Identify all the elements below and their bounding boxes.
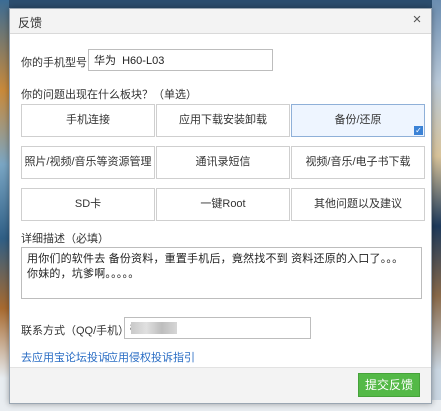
option-app-install[interactable]: 应用下载安装卸载 — [156, 104, 290, 137]
dialog-footer: 提交反馈 — [10, 367, 431, 403]
option-backup-restore[interactable]: 备份/还原 ✓ — [291, 104, 425, 137]
dialog-title: 反馈 — [18, 16, 43, 30]
description-textarea[interactable]: 用你们的软件去 备份资料，重置手机后，竟然找不到 资料还原的入口了。。。 你妹的… — [21, 247, 422, 299]
option-label: 手机连接 — [66, 114, 110, 126]
option-other[interactable]: 其他问题以及建议 — [291, 188, 425, 221]
option-label: 照片/视频/音乐等资源管理 — [24, 156, 152, 168]
option-one-click-root[interactable]: 一键Root — [156, 188, 290, 221]
option-phone-connection[interactable]: 手机连接 — [21, 104, 155, 137]
forum-complaint-link[interactable]: 去应用宝论坛投诉 — [21, 349, 109, 365]
option-label: 通讯录短信 — [195, 156, 251, 168]
submit-feedback-button[interactable]: 提交反馈 — [358, 373, 420, 397]
option-label: 一键Root — [200, 198, 246, 210]
option-label: 应用下载安装卸载 — [179, 114, 267, 126]
background-app-right — [432, 0, 441, 411]
description-label: 详细描述（必填） — [21, 233, 109, 245]
feedback-dialog: 反馈 × 你的手机型号： 你的问题出现在什么板块？（单选） 手机连接 应用下载安… — [9, 8, 432, 404]
option-contacts-sms[interactable]: 通讯录短信 — [156, 146, 290, 179]
phone-model-label: 你的手机型号： — [21, 57, 98, 69]
option-label: SD卡 — [74, 198, 102, 210]
option-label: 备份/还原 — [334, 114, 382, 126]
close-icon[interactable]: × — [409, 12, 425, 28]
dialog-titlebar: 反馈 × — [10, 9, 431, 34]
option-media-download[interactable]: 视频/音乐/电子书下载 — [291, 146, 425, 179]
option-media-management[interactable]: 照片/视频/音乐等资源管理 — [21, 146, 155, 179]
checkmark-icon: ✓ — [414, 126, 423, 135]
background-app-left — [0, 0, 9, 411]
contact-label: 联系方式（QQ/手机）： — [21, 325, 135, 337]
infringement-guide-link[interactable]: 应用侵权投诉指引 — [107, 349, 195, 365]
option-label: 其他问题以及建议 — [314, 198, 402, 210]
option-sd-card[interactable]: SD卡 — [21, 188, 155, 221]
redacted-contact-overlay — [131, 322, 177, 334]
phone-model-input[interactable] — [88, 49, 273, 71]
option-label: 视频/音乐/电子书下载 — [305, 156, 411, 168]
section-label: 你的问题出现在什么板块？（单选） — [21, 89, 197, 101]
